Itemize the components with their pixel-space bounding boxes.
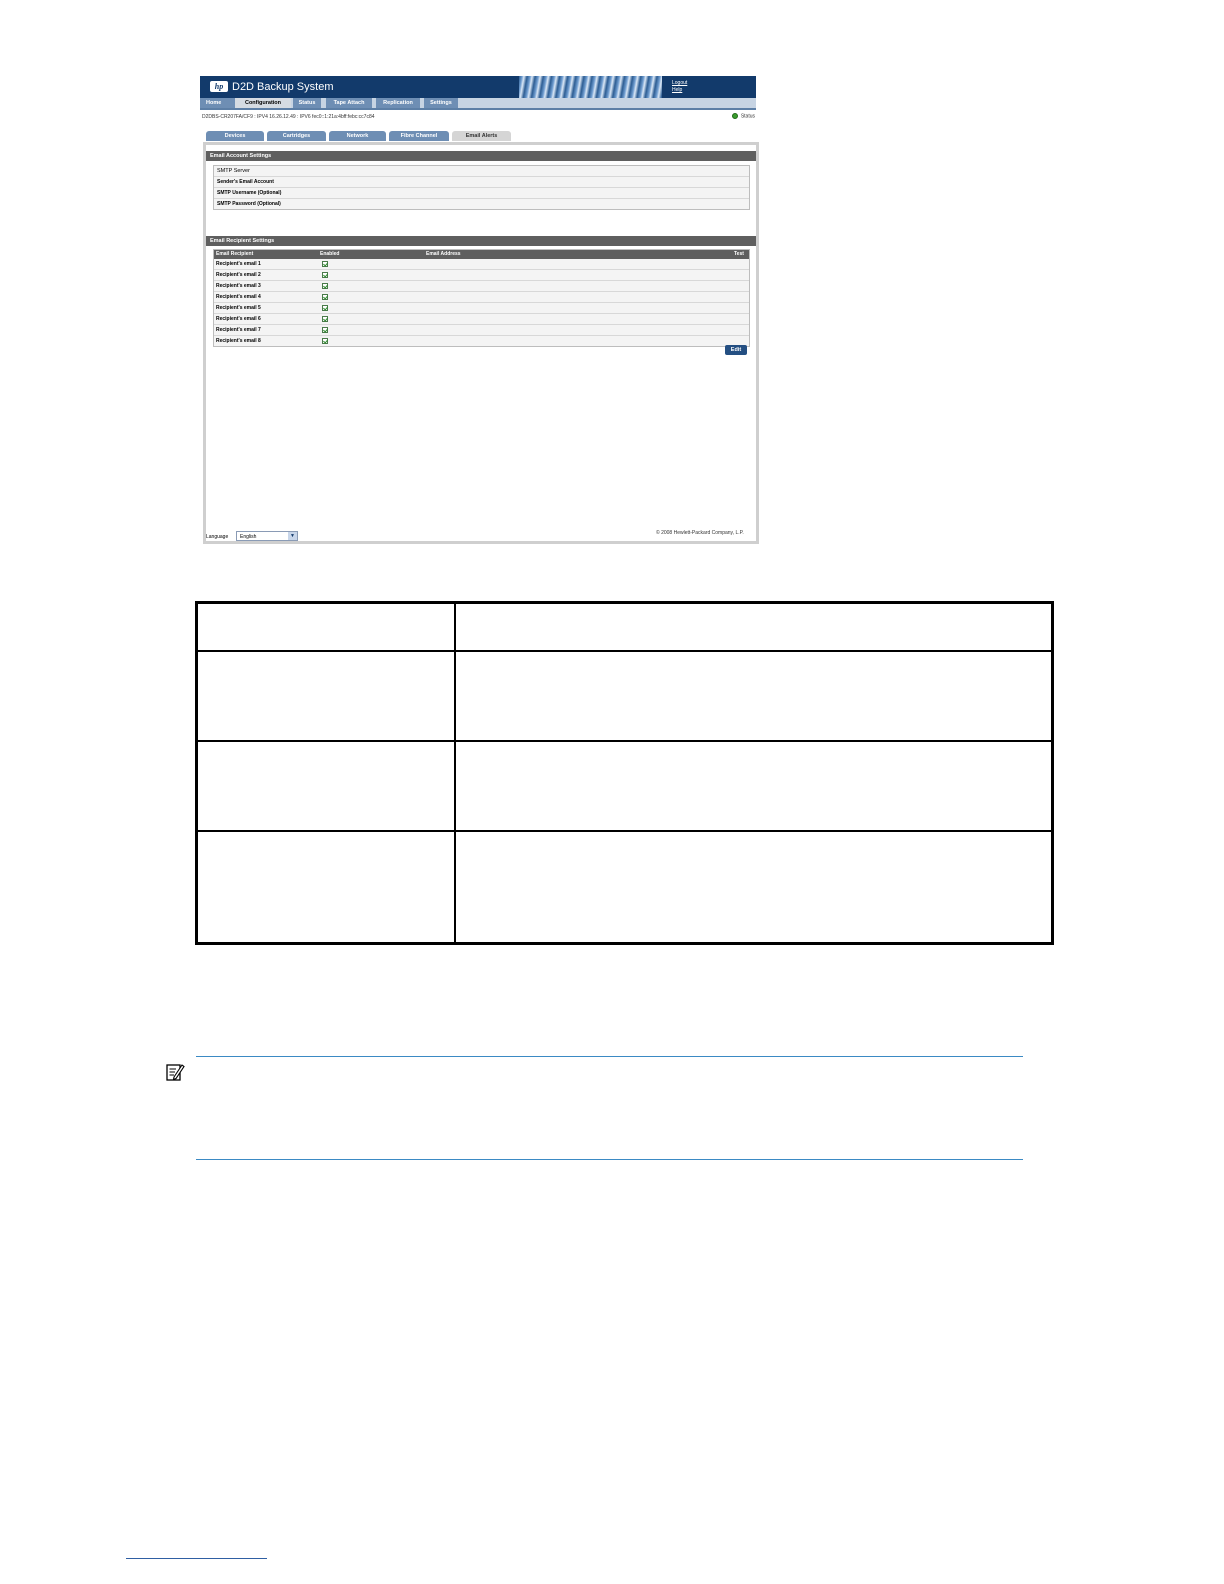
smtp-server-field[interactable]: SMTP Server	[214, 166, 749, 177]
table-row: Recipient's email 8	[214, 336, 749, 346]
checkbox-checked-icon[interactable]	[322, 305, 328, 311]
account-settings-table: SMTP Server Sender's Email Account SMTP …	[213, 165, 750, 210]
device-info: D2DBS-CR207FA/CF9 : IPV4 16.26.12.49 : I…	[202, 114, 375, 120]
table-row: Recipient's email 3	[214, 281, 749, 292]
copyright: © 2008 Hewlett-Packard Company, L.P.	[656, 530, 744, 536]
logout-link[interactable]: Logout	[672, 80, 687, 87]
checkbox-checked-icon[interactable]	[322, 294, 328, 300]
table-row: Recipient's email 5	[214, 303, 749, 314]
recipient-table-header: Email Recipient Enabled Email Address Te…	[214, 250, 749, 259]
table-row-divider	[198, 650, 1051, 652]
col-email-address: Email Address	[426, 251, 461, 257]
smtp-username-field[interactable]: SMTP Username (Optional)	[214, 188, 749, 199]
d2d-screenshot: hp D2D Backup System Logout Help Home Co…	[200, 76, 759, 544]
table-row: Recipient's email 6	[214, 314, 749, 325]
recipient-label: Recipient's email 5	[216, 305, 261, 311]
language-value: English	[240, 534, 257, 540]
language-select[interactable]: English ▼	[236, 531, 298, 541]
checkbox-checked-icon[interactable]	[322, 327, 328, 333]
edit-button[interactable]: Edit	[725, 345, 747, 355]
sender-account-field[interactable]: Sender's Email Account	[214, 177, 749, 188]
recipient-label: Recipient's email 3	[216, 283, 261, 289]
nav-status[interactable]: Status	[293, 98, 321, 108]
table-row-divider	[198, 830, 1051, 832]
recipient-label: Recipient's email 7	[216, 327, 261, 333]
recipient-label: Recipient's email 6	[216, 316, 261, 322]
col-email-recipient: Email Recipient	[216, 251, 254, 257]
col-test: Test	[734, 251, 744, 257]
checkbox-checked-icon[interactable]	[322, 283, 328, 289]
table-row: Recipient's email 7	[214, 325, 749, 336]
system-status[interactable]: Status	[731, 113, 755, 120]
help-link[interactable]: Help	[672, 87, 687, 94]
app-title: D2D Backup System	[232, 81, 334, 93]
footnote-rule	[126, 1558, 267, 1559]
nav-replication[interactable]: Replication	[376, 98, 420, 108]
recipient-label: Recipient's email 4	[216, 294, 261, 300]
table-column-divider	[454, 604, 456, 942]
checkbox-checked-icon[interactable]	[322, 316, 328, 322]
table-row: Recipient's email 1	[214, 259, 749, 270]
recipient-settings-header: Email Recipient Settings	[206, 236, 756, 246]
recipient-label: Recipient's email 2	[216, 272, 261, 278]
email-alerts-panel: Email Account Settings SMTP Server Sende…	[203, 142, 759, 544]
tab-network[interactable]: Network	[329, 131, 386, 141]
app-header: hp D2D Backup System Logout Help	[200, 76, 756, 98]
main-nav: Home Configuration Status Tape Attach Re…	[200, 98, 756, 110]
smtp-password-field[interactable]: SMTP Password (Optional)	[214, 199, 749, 209]
account-settings-header: Email Account Settings	[206, 151, 756, 161]
nav-home[interactable]: Home	[200, 98, 239, 108]
recipient-label: Recipient's email 8	[216, 338, 261, 344]
nav-configuration[interactable]: Configuration	[235, 98, 291, 108]
nav-tape-attach[interactable]: Tape Attach	[326, 98, 372, 108]
tab-fibre-channel[interactable]: Fibre Channel	[389, 131, 449, 141]
checkbox-checked-icon[interactable]	[322, 272, 328, 278]
table-row: Recipient's email 2	[214, 270, 749, 281]
tab-cartridges[interactable]: Cartridges	[267, 131, 326, 141]
status-ok-icon	[731, 113, 738, 119]
document-table	[195, 601, 1054, 945]
note-icon	[166, 1064, 185, 1081]
dropdown-arrow-icon: ▼	[288, 532, 297, 540]
table-row-divider	[198, 740, 1051, 742]
nav-settings[interactable]: Settings	[424, 98, 458, 108]
tab-email-alerts[interactable]: Email Alerts	[452, 131, 511, 141]
recipient-label: Recipient's email 1	[216, 261, 261, 267]
header-links: Logout Help	[672, 80, 687, 94]
table-row: Recipient's email 4	[214, 292, 749, 303]
hp-logo-icon: hp	[210, 81, 228, 92]
checkbox-checked-icon[interactable]	[322, 261, 328, 267]
note-top-rule	[196, 1056, 1023, 1057]
note-bottom-rule	[196, 1159, 1023, 1160]
recipient-table: Email Recipient Enabled Email Address Te…	[213, 249, 750, 347]
status-label: Status	[740, 113, 755, 120]
tab-devices[interactable]: Devices	[206, 131, 264, 141]
header-banner-image	[519, 76, 662, 98]
checkbox-checked-icon[interactable]	[322, 338, 328, 344]
language-label: Language	[206, 534, 229, 540]
col-enabled: Enabled	[320, 251, 340, 257]
